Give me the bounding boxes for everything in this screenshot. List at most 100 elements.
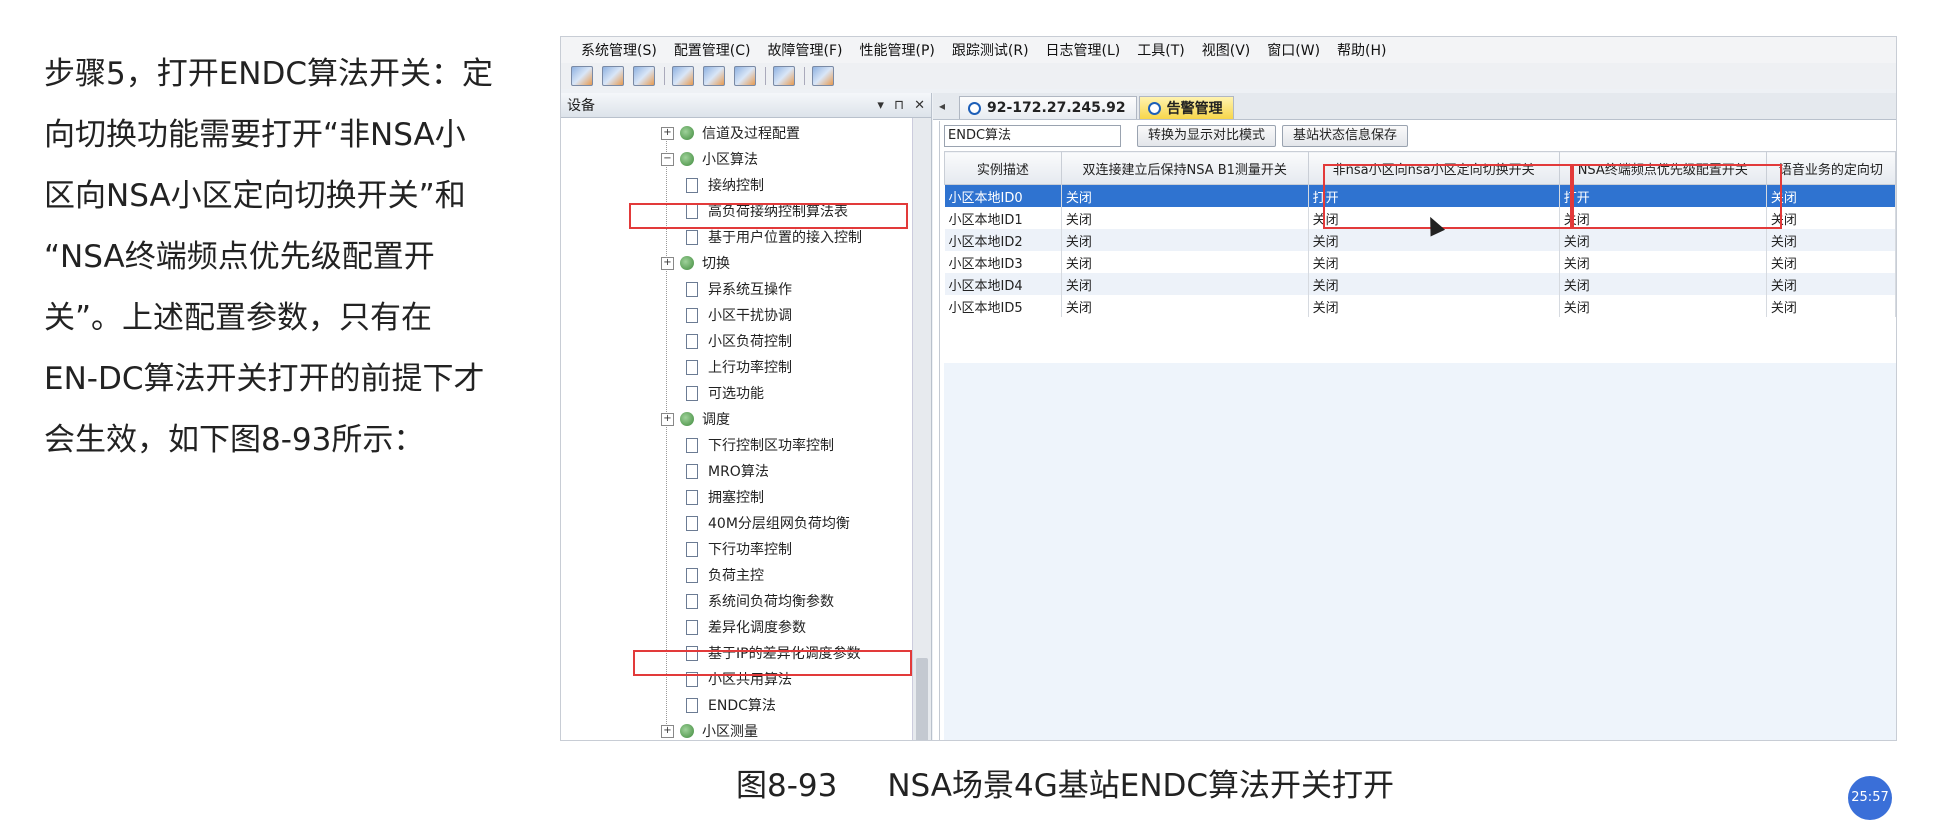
settings-icon[interactable] bbox=[812, 66, 834, 86]
tree-item[interactable]: 上行功率控制 bbox=[686, 354, 792, 380]
folder-node-icon bbox=[680, 412, 694, 426]
tree-item-label: 小区测量 bbox=[702, 724, 758, 740]
monitor-icon[interactable] bbox=[672, 66, 694, 86]
expand-toggle-icon[interactable]: + bbox=[661, 724, 674, 738]
table-row[interactable]: 小区本地ID2 关闭 关闭 关闭 关闭 bbox=[944, 229, 1896, 251]
tree-item[interactable]: + 小区测量 bbox=[661, 718, 758, 740]
table-cell[interactable]: 小区本地ID2 bbox=[944, 229, 1062, 251]
instruction-line: 区向NSA小区定向切换开关”和 bbox=[44, 178, 466, 214]
table-cell[interactable]: 关闭 bbox=[1559, 273, 1767, 295]
tree-item-label: ENDC算法 bbox=[708, 698, 776, 714]
table-row[interactable]: 小区本地ID3 关闭 关闭 关闭 关闭 bbox=[944, 251, 1896, 273]
tree-item[interactable]: ENDC算法 bbox=[686, 692, 776, 718]
table-cell[interactable]: 关闭 bbox=[1559, 229, 1767, 251]
table-cell[interactable]: 关闭 bbox=[1766, 184, 1896, 207]
table-cell[interactable]: 小区本地ID0 bbox=[944, 184, 1062, 207]
column-header[interactable]: 语音业务的定向切 bbox=[1765, 151, 1896, 185]
menu-window[interactable]: 窗口(W) bbox=[1267, 40, 1320, 60]
menu-fault[interactable]: 故障管理(F) bbox=[768, 40, 843, 60]
table-cell[interactable]: 关闭 bbox=[1061, 251, 1309, 273]
tree-item[interactable]: 拥塞控制 bbox=[686, 484, 764, 510]
close-icon[interactable]: ✕ bbox=[914, 98, 925, 113]
toolbar bbox=[561, 63, 1896, 89]
table-cell[interactable]: 关闭 bbox=[1308, 295, 1560, 317]
tree-item-label: 接纳控制 bbox=[708, 178, 764, 194]
save-status-button[interactable]: 基站状态信息保存 bbox=[1282, 125, 1409, 147]
column-header[interactable]: 双连接建立后保持NSA B1测量开关 bbox=[1060, 151, 1309, 185]
list-icon[interactable] bbox=[703, 66, 725, 86]
tab-label: 92-172.27.245.92 bbox=[987, 100, 1126, 116]
table-cell[interactable]: 关闭 bbox=[1766, 273, 1896, 295]
expand-toggle-icon[interactable]: + bbox=[661, 412, 674, 426]
folder-node-icon bbox=[680, 256, 694, 270]
tree-item[interactable]: MRO算法 bbox=[686, 458, 769, 484]
pin-icon[interactable]: ⊓ bbox=[894, 98, 904, 113]
tree-item[interactable]: 小区干扰协调 bbox=[686, 302, 792, 328]
export-icon[interactable] bbox=[734, 66, 756, 86]
table-cell[interactable]: 关闭 bbox=[1308, 251, 1560, 273]
table-icon[interactable] bbox=[602, 66, 624, 86]
tree-item[interactable]: 40M分层组网负荷均衡 bbox=[686, 510, 850, 536]
table-cell[interactable]: 关闭 bbox=[1559, 295, 1767, 317]
tree-item-label: 可选功能 bbox=[708, 386, 764, 402]
expand-toggle-icon[interactable]: + bbox=[661, 126, 674, 140]
table-cell[interactable]: 小区本地ID5 bbox=[944, 295, 1062, 317]
tab-alarm-management[interactable]: 告警管理 bbox=[1138, 96, 1234, 119]
table-cell[interactable]: 关闭 bbox=[1766, 229, 1896, 251]
tree-item[interactable]: 小区负荷控制 bbox=[686, 328, 792, 354]
menu-log[interactable]: 日志管理(L) bbox=[1046, 40, 1121, 60]
table-cell[interactable]: 关闭 bbox=[1061, 207, 1309, 229]
table-cell[interactable]: 关闭 bbox=[1061, 184, 1309, 207]
scrollbar-thumb[interactable] bbox=[916, 658, 928, 740]
table-cell[interactable]: 关闭 bbox=[1559, 251, 1767, 273]
column-header[interactable]: 实例描述 bbox=[944, 151, 1062, 185]
table-cell[interactable]: 关闭 bbox=[1766, 295, 1896, 317]
tree-item[interactable]: 接纳控制 bbox=[686, 172, 764, 198]
alarm-icon bbox=[1147, 101, 1161, 115]
tree-item[interactable]: 下行功率控制 bbox=[686, 536, 792, 562]
menu-config[interactable]: 配置管理(C) bbox=[674, 40, 751, 60]
table-cell[interactable]: 小区本地ID1 bbox=[944, 207, 1062, 229]
tree-item[interactable]: 异系统互操作 bbox=[686, 276, 792, 302]
tree-item[interactable]: 可选功能 bbox=[686, 380, 764, 406]
menu-tools[interactable]: 工具(T) bbox=[1137, 40, 1184, 60]
alarm-icon[interactable] bbox=[773, 66, 795, 86]
expand-toggle-icon[interactable]: − bbox=[661, 152, 674, 166]
tab-scroll-left-icon[interactable]: ◂ bbox=[939, 99, 945, 113]
tree-scrollbar[interactable] bbox=[912, 118, 931, 740]
tree-item[interactable]: 负荷主控 bbox=[686, 562, 764, 588]
tree-item[interactable]: 下行控制区功率控制 bbox=[686, 432, 834, 458]
menu-view[interactable]: 视图(V) bbox=[1202, 40, 1251, 60]
table-cell[interactable]: 关闭 bbox=[1766, 207, 1896, 229]
table-cell[interactable]: 关闭 bbox=[1308, 273, 1560, 295]
config-icon[interactable] bbox=[571, 66, 593, 86]
table-row[interactable]: 小区本地ID5 关闭 关闭 关闭 关闭 bbox=[944, 295, 1896, 317]
compare-mode-button[interactable]: 转换为显示对比模式 bbox=[1137, 125, 1277, 147]
table-row[interactable]: 小区本地ID4 关闭 关闭 关闭 关闭 bbox=[944, 273, 1896, 295]
table-cell[interactable]: 关闭 bbox=[1061, 295, 1309, 317]
menu-system[interactable]: 系统管理(S) bbox=[581, 40, 657, 60]
table-cell[interactable]: 关闭 bbox=[1061, 229, 1309, 251]
table-cell[interactable]: 关闭 bbox=[1766, 251, 1896, 273]
algorithm-name-field[interactable]: ENDC算法 bbox=[944, 125, 1121, 147]
tree-item[interactable]: − 小区算法 bbox=[661, 146, 758, 172]
dropdown-icon[interactable]: ▾ bbox=[877, 98, 884, 113]
tree-item-label: 小区算法 bbox=[702, 152, 758, 168]
table-cell[interactable]: 小区本地ID4 bbox=[944, 273, 1062, 295]
table-cell[interactable]: 小区本地ID3 bbox=[944, 251, 1062, 273]
tree-item[interactable]: 差异化调度参数 bbox=[686, 614, 806, 640]
document-icon bbox=[686, 619, 698, 635]
menu-trace[interactable]: 跟踪测试(R) bbox=[952, 40, 1029, 60]
tree-item[interactable]: + 调度 bbox=[661, 406, 730, 432]
menu-help[interactable]: 帮助(H) bbox=[1337, 40, 1386, 60]
tree-item[interactable]: 系统间负荷均衡参数 bbox=[686, 588, 834, 614]
tree-item[interactable]: + 信道及过程配置 bbox=[661, 120, 800, 146]
menu-performance[interactable]: 性能管理(P) bbox=[860, 40, 935, 60]
tree-item-label: 小区干扰协调 bbox=[708, 308, 792, 324]
tab-network-element[interactable]: 92-172.27.245.92 bbox=[959, 96, 1137, 119]
table-cell[interactable]: 关闭 bbox=[1061, 273, 1309, 295]
tree-item[interactable]: + 切换 bbox=[661, 250, 730, 276]
expand-toggle-icon[interactable]: + bbox=[661, 256, 674, 270]
figure-number: 图8-93 bbox=[736, 768, 838, 804]
chart-icon[interactable] bbox=[633, 66, 655, 86]
